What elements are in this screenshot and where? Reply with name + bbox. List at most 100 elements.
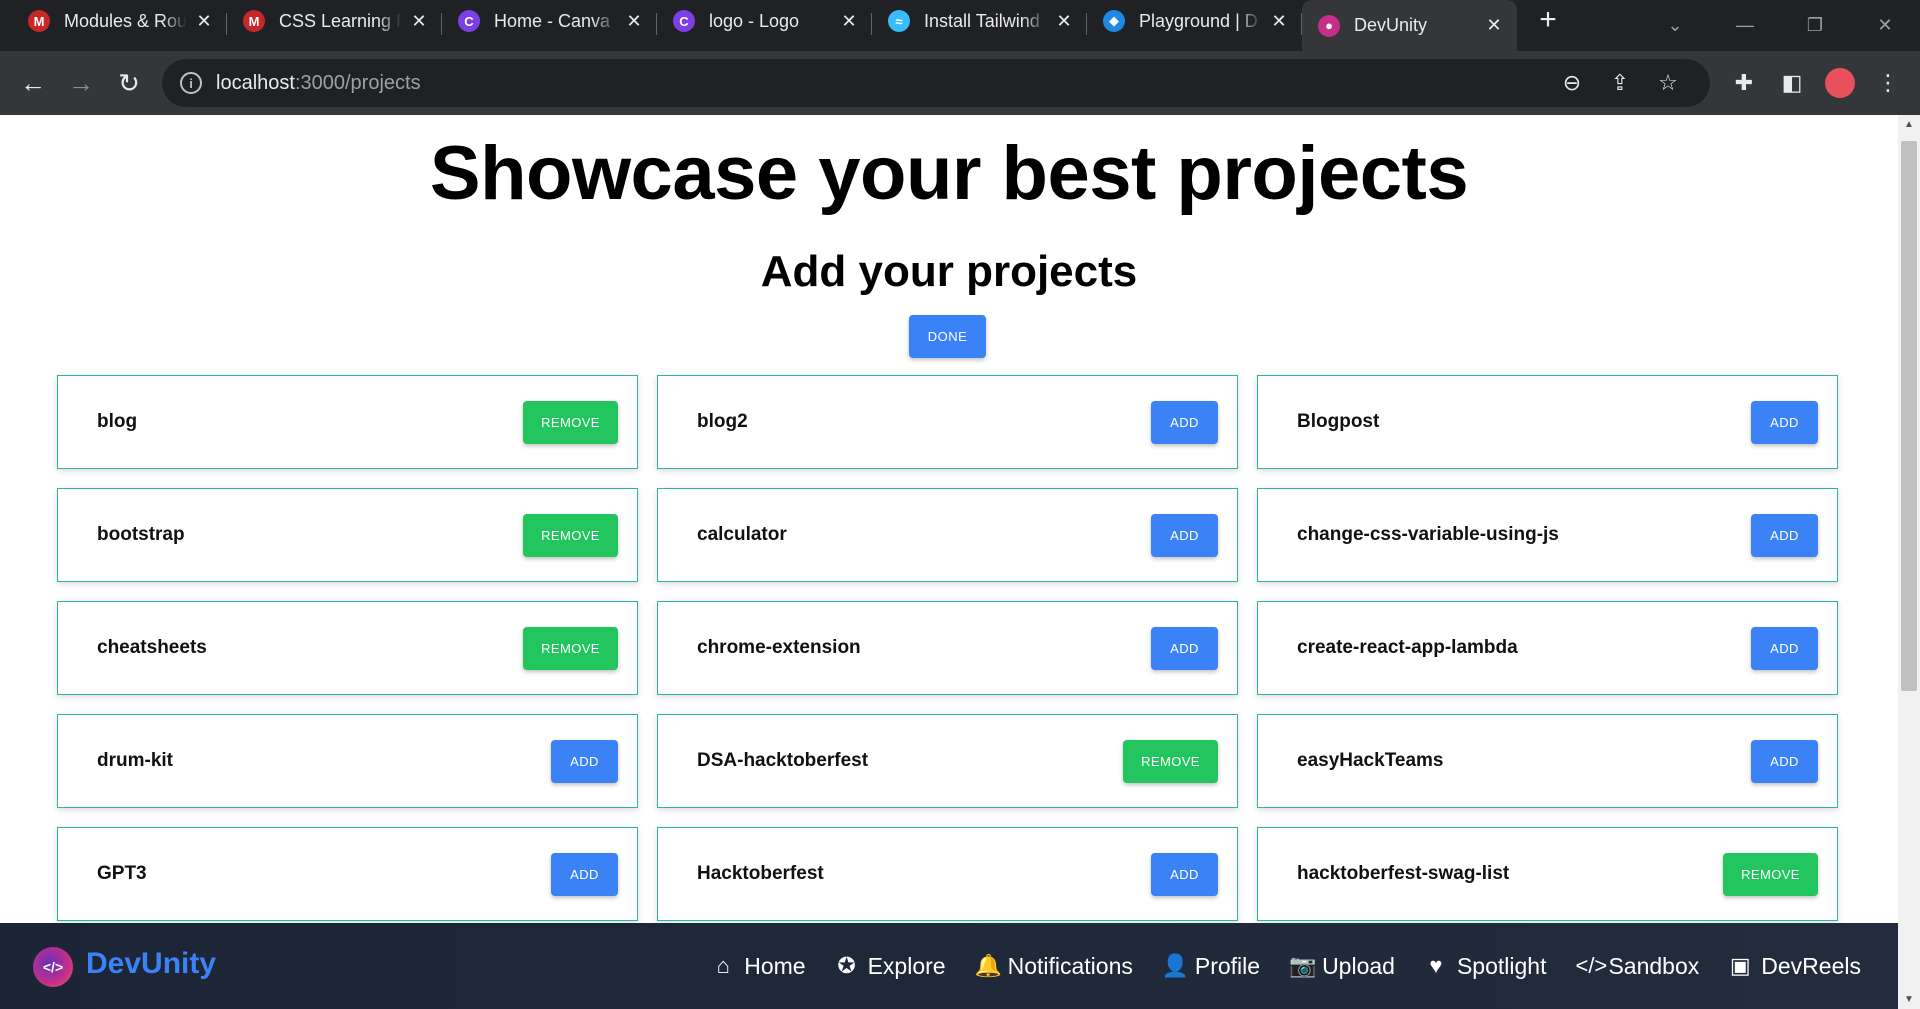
scroll-down-icon[interactable]: ▼ bbox=[1898, 994, 1920, 1005]
add-project-button[interactable]: ADD bbox=[1751, 513, 1818, 557]
project-name: hacktoberfest-swag-list bbox=[1297, 863, 1510, 884]
project-name: calculator bbox=[697, 524, 787, 545]
nav-link-label: DevReels bbox=[1761, 952, 1861, 979]
project-card: Blogpost ADD bbox=[1257, 375, 1838, 469]
add-project-button[interactable]: ADD bbox=[1151, 400, 1218, 444]
project-card: chrome-extension ADD bbox=[657, 601, 1238, 695]
tab-title: DevUnity bbox=[1354, 15, 1428, 35]
add-project-button[interactable]: ADD bbox=[551, 739, 618, 783]
browser-tab[interactable]: M Modules & Rou ✕ bbox=[12, 0, 227, 42]
page-scrollbar[interactable]: ▲ ▼ bbox=[1898, 115, 1920, 1009]
devunity-logo-icon[interactable]: </> bbox=[33, 947, 73, 987]
project-card: blog REMOVE bbox=[57, 375, 638, 469]
m-logo-icon: M bbox=[28, 10, 50, 32]
browser-tab[interactable]: M CSS Learning P ✕ bbox=[227, 0, 442, 42]
devunity-icon: ● bbox=[1318, 14, 1340, 37]
tab-close-icon[interactable]: ✕ bbox=[840, 11, 858, 32]
nav-link-notifications[interactable]: 🔔 Notifications bbox=[975, 953, 1133, 980]
remove-project-button[interactable]: REMOVE bbox=[523, 400, 618, 444]
bookmark-star-icon[interactable]: ☆ bbox=[1644, 70, 1692, 96]
add-project-button[interactable]: ADD bbox=[1151, 852, 1218, 896]
browser-tab[interactable]: ● DevUnity ✕ bbox=[1302, 0, 1517, 51]
bottom-navbar: </> DevUnity ⌂ Home ✪ Explore 🔔 Notifications… bbox=[0, 923, 1898, 1009]
scrollbar-thumb[interactable] bbox=[1901, 141, 1917, 691]
remove-project-button[interactable]: REMOVE bbox=[1123, 739, 1218, 783]
side-panel-icon[interactable]: ◧ bbox=[1768, 70, 1816, 96]
add-project-button[interactable]: ADD bbox=[1751, 626, 1818, 670]
close-window-icon[interactable]: ✕ bbox=[1850, 15, 1920, 36]
browser-tab[interactable]: C Home - Canva ✕ bbox=[442, 0, 657, 42]
back-icon[interactable]: ← bbox=[9, 59, 57, 107]
reels-icon: ▣ bbox=[1729, 953, 1751, 978]
forward-icon[interactable]: → bbox=[57, 59, 105, 107]
browser-tab[interactable]: ◆ Playground | D ✕ bbox=[1087, 0, 1302, 42]
project-name: easyHackTeams bbox=[1297, 750, 1444, 771]
profile-avatar[interactable] bbox=[1825, 68, 1855, 98]
extensions-icon[interactable]: ✚ bbox=[1720, 70, 1768, 96]
tab-title: CSS Learning P bbox=[279, 10, 402, 31]
add-project-button[interactable]: ADD bbox=[1151, 626, 1218, 670]
site-info-icon[interactable]: i bbox=[180, 72, 202, 94]
nav-link-spotlight[interactable]: ♥ Spotlight bbox=[1424, 953, 1546, 980]
new-tab-button[interactable]: + bbox=[1533, 3, 1563, 37]
toolbar-right: ✚ ◧ ⋮ bbox=[1720, 59, 1912, 107]
tab-title: logo - Logo bbox=[709, 10, 800, 31]
share-icon[interactable]: ⇪ bbox=[1596, 70, 1644, 96]
tab-close-icon[interactable]: ✕ bbox=[410, 11, 428, 32]
nav-link-home[interactable]: ⌂ Home bbox=[711, 953, 806, 980]
remove-project-button[interactable]: REMOVE bbox=[523, 626, 618, 670]
url-host: localhost bbox=[216, 71, 295, 94]
menu-kebab-icon[interactable]: ⋮ bbox=[1864, 70, 1912, 96]
tab-title: Install Tailwind bbox=[924, 10, 1040, 31]
project-name: bootstrap bbox=[97, 524, 185, 545]
remove-project-button[interactable]: REMOVE bbox=[523, 513, 618, 557]
nav-link-devreels[interactable]: ▣ DevReels bbox=[1728, 953, 1861, 980]
add-project-button[interactable]: ADD bbox=[1151, 513, 1218, 557]
nav-link-label: Explore bbox=[867, 952, 946, 979]
nav-link-sandbox[interactable]: </> Sandbox bbox=[1575, 953, 1699, 980]
brand-name[interactable]: DevUnity bbox=[86, 947, 216, 981]
project-name: change-css-variable-using-js bbox=[1297, 524, 1559, 545]
done-button[interactable]: DONE bbox=[909, 315, 986, 358]
add-project-button[interactable]: ADD bbox=[1751, 739, 1818, 783]
scroll-up-icon[interactable]: ▲ bbox=[1898, 119, 1920, 130]
project-name: DSA-hacktoberfest bbox=[697, 750, 869, 771]
tab-search-icon[interactable]: ⌄ bbox=[1640, 15, 1710, 36]
project-name: cheatsheets bbox=[97, 637, 207, 658]
browser-tab[interactable]: ≈ Install Tailwind ✕ bbox=[872, 0, 1087, 42]
project-name: blog bbox=[97, 411, 138, 432]
page-title: Showcase your best projects bbox=[429, 131, 1469, 216]
browser-tab[interactable]: Clogo - Logo ✕ bbox=[657, 0, 872, 42]
url-text[interactable]: localhost:3000/projects bbox=[216, 72, 421, 95]
project-card: GPT3 ADD bbox=[57, 827, 638, 921]
nav-link-label: Upload bbox=[1322, 952, 1395, 979]
home-icon: ⌂ bbox=[716, 953, 730, 978]
code-icon: </> bbox=[1575, 953, 1608, 978]
heart-icon: ♥ bbox=[1429, 953, 1443, 978]
nav-link-upload[interactable]: 📷 Upload bbox=[1289, 953, 1395, 980]
tab-close-icon[interactable]: ✕ bbox=[1055, 11, 1073, 32]
playground-icon: ◆ bbox=[1103, 10, 1125, 32]
nav-link-explore[interactable]: ✪ Explore bbox=[835, 952, 946, 980]
tab-close-icon[interactable]: ✕ bbox=[1270, 11, 1288, 32]
address-bar[interactable]: i localhost:3000/projects ⊖ ⇪ ☆ bbox=[162, 59, 1710, 107]
add-project-button[interactable]: ADD bbox=[551, 852, 618, 896]
tab-close-icon[interactable]: ✕ bbox=[625, 11, 643, 32]
url-path: :3000/projects bbox=[294, 71, 421, 94]
zoom-icon[interactable]: ⊖ bbox=[1548, 70, 1596, 96]
project-name: chrome-extension bbox=[697, 637, 861, 658]
project-name: GPT3 bbox=[97, 863, 147, 884]
project-card: hacktoberfest-swag-list REMOVE bbox=[1257, 827, 1838, 921]
tab-close-icon[interactable]: ✕ bbox=[1485, 15, 1503, 36]
m-logo-icon: M bbox=[243, 10, 265, 32]
project-card: blog2 ADD bbox=[657, 375, 1238, 469]
restore-icon[interactable]: ❐ bbox=[1780, 15, 1850, 36]
reload-icon[interactable]: ↻ bbox=[105, 59, 153, 107]
tab-title: Modules & Rou bbox=[64, 10, 187, 31]
nav-link-profile[interactable]: 👤 Profile bbox=[1162, 953, 1260, 980]
add-project-button[interactable]: ADD bbox=[1751, 400, 1818, 444]
remove-project-button[interactable]: REMOVE bbox=[1723, 852, 1818, 896]
tab-title: Playground | D bbox=[1139, 10, 1258, 31]
tab-close-icon[interactable]: ✕ bbox=[195, 11, 213, 32]
minimize-icon[interactable]: — bbox=[1710, 15, 1780, 36]
